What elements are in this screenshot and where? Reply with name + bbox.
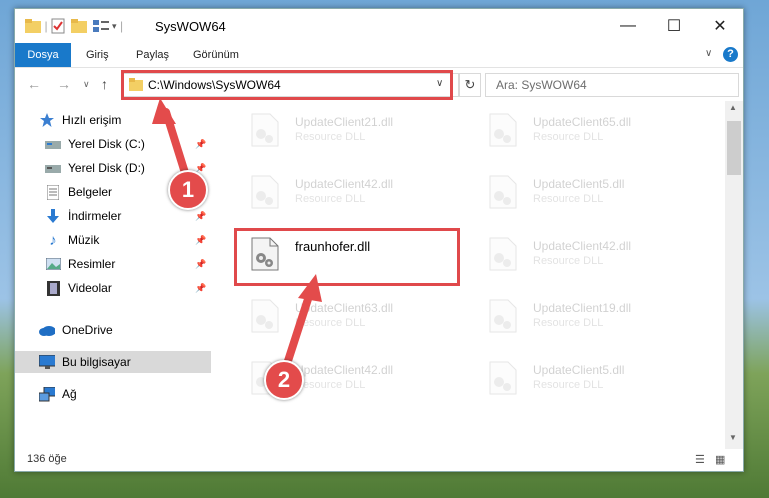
arrow-annotation <box>152 98 322 368</box>
step-badge-2: 2 <box>264 360 304 400</box>
step-badge-1: 1 <box>168 170 208 210</box>
